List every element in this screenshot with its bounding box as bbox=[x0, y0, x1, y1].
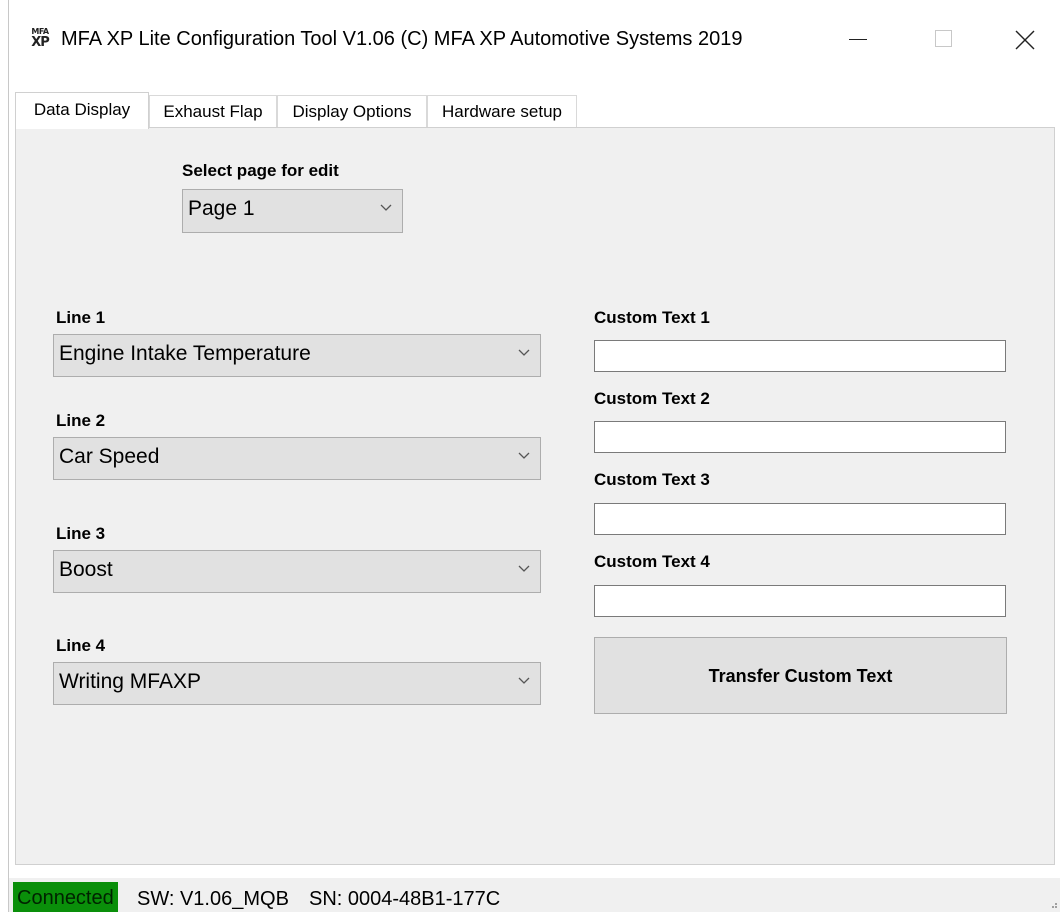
line-4-value: Writing MFAXP bbox=[59, 670, 201, 693]
line-3-value: Boost bbox=[59, 558, 113, 581]
custom-text-3-label: Custom Text 3 bbox=[594, 470, 710, 489]
logo-bottom-text: XP bbox=[31, 35, 50, 50]
line-2-dropdown[interactable]: Car Speed bbox=[53, 437, 541, 480]
line-3-label: Line 3 bbox=[56, 524, 106, 543]
title-bar[interactable]: MFA XP MFA XP Lite Configuration Tool V1… bbox=[9, 0, 1060, 84]
page-select-dropdown[interactable]: Page 1 bbox=[182, 189, 403, 233]
software-version: SW: V1.06_MQB bbox=[137, 888, 289, 910]
custom-text-2-label: Custom Text 2 bbox=[594, 389, 710, 408]
custom-text-2-input[interactable] bbox=[594, 421, 1006, 453]
line-4-label: Line 4 bbox=[56, 636, 106, 655]
app-logo: MFA XP bbox=[25, 26, 55, 50]
chevron-down-icon bbox=[518, 349, 530, 356]
close-icon bbox=[1015, 30, 1035, 50]
line-1-value: Engine Intake Temperature bbox=[59, 342, 311, 365]
custom-text-1-input[interactable] bbox=[594, 340, 1006, 372]
tab-data-display[interactable]: Data Display bbox=[15, 92, 149, 129]
chevron-down-icon bbox=[518, 452, 530, 459]
chevron-down-icon bbox=[380, 204, 392, 211]
line-3-dropdown[interactable]: Boost bbox=[53, 550, 541, 593]
line-1-label: Line 1 bbox=[56, 308, 106, 327]
line-2-label: Line 2 bbox=[56, 411, 106, 430]
connection-status: Connected bbox=[13, 882, 118, 912]
page-select-label: Select page for edit bbox=[182, 161, 339, 180]
minimize-button[interactable] bbox=[837, 22, 877, 58]
data-display-panel: Select page for edit Page 1 Line 1 Engin… bbox=[15, 127, 1055, 865]
line-4-dropdown[interactable]: Writing MFAXP bbox=[53, 662, 541, 705]
tab-hardware-setup[interactable]: Hardware setup bbox=[427, 95, 577, 127]
custom-text-1-label: Custom Text 1 bbox=[594, 308, 710, 327]
transfer-custom-text-button[interactable]: Transfer Custom Text bbox=[594, 637, 1007, 714]
resize-grip-icon[interactable] bbox=[1049, 900, 1057, 908]
close-button[interactable] bbox=[1005, 22, 1045, 58]
chevron-down-icon bbox=[518, 565, 530, 572]
window-title: MFA XP Lite Configuration Tool V1.06 (C)… bbox=[61, 28, 743, 50]
custom-text-4-input[interactable] bbox=[594, 585, 1006, 617]
status-bar: Connected SW: V1.06_MQB SN: 0004-48B1-17… bbox=[9, 878, 1060, 912]
page-select-value: Page 1 bbox=[188, 197, 255, 220]
serial-number: SN: 0004-48B1-177C bbox=[309, 888, 501, 910]
tab-exhaust-flap[interactable]: Exhaust Flap bbox=[149, 95, 277, 127]
maximize-button[interactable] bbox=[924, 22, 964, 58]
line-2-value: Car Speed bbox=[59, 445, 160, 468]
app-window: MFA XP MFA XP Lite Configuration Tool V1… bbox=[8, 0, 1060, 912]
line-1-dropdown[interactable]: Engine Intake Temperature bbox=[53, 334, 541, 377]
custom-text-3-input[interactable] bbox=[594, 503, 1006, 535]
tab-display-options[interactable]: Display Options bbox=[277, 95, 427, 127]
chevron-down-icon bbox=[518, 677, 530, 684]
custom-text-4-label: Custom Text 4 bbox=[594, 552, 710, 571]
